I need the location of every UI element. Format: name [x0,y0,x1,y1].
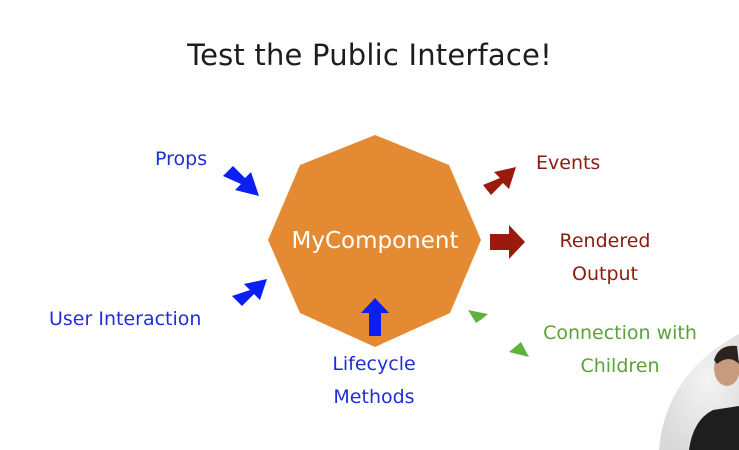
user-interaction-arrow-icon [232,279,267,306]
lifecycle-methods-label: Lifecycle Methods [318,348,430,414]
props-arrow-icon [223,166,259,196]
user-interaction-label: User Interaction [49,308,202,330]
rendered-output-arrow-icon [490,225,525,259]
rendered-output-label: Rendered Output [545,225,665,291]
presenter-video-thumbnail [659,334,739,450]
events-arrow-icon [483,167,516,195]
events-label: Events [536,152,601,174]
lifecycle-line1: Lifecycle [332,353,416,375]
lifecycle-line2: Methods [333,386,415,408]
component-label: MyComponent [292,228,459,254]
props-label: Props [155,148,208,170]
connection-arrow-icon [468,310,529,357]
rendered-line2: Output [572,263,638,285]
rendered-line1: Rendered [559,230,651,252]
slide: Test the Public Interface! MyComponent P… [0,0,739,450]
